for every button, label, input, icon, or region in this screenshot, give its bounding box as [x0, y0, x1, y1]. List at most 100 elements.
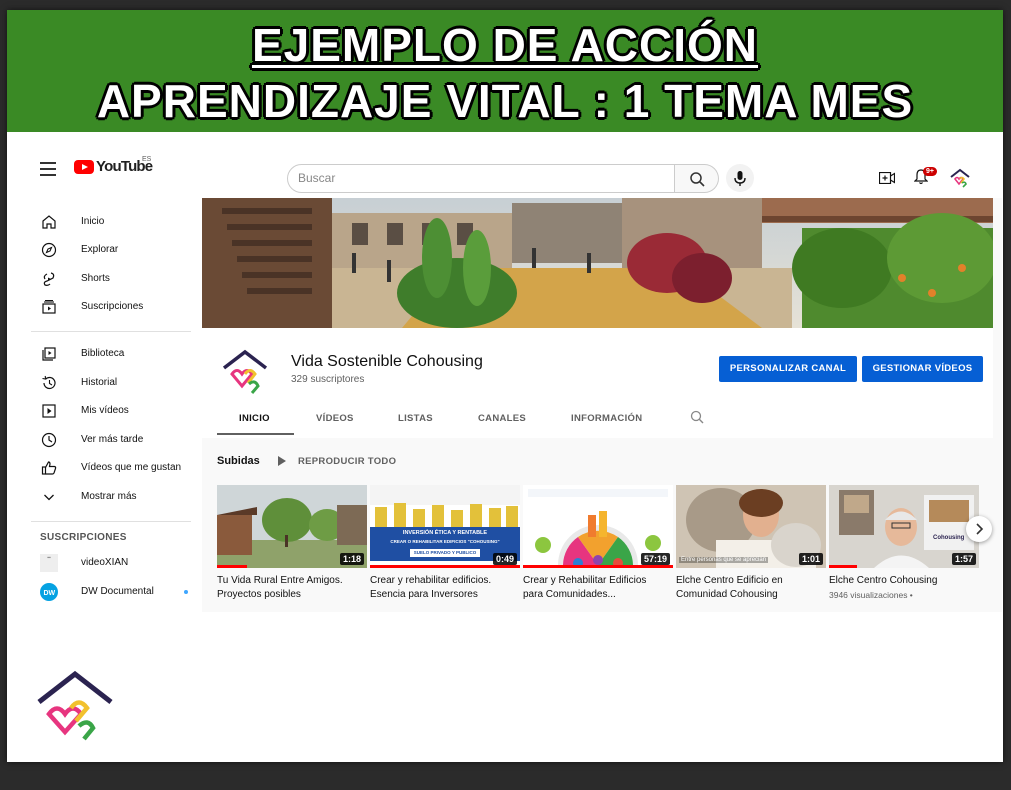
video-card[interactable]: INVERSIÓN ÉTICA Y RENTABLE CREAR O REHAB…	[370, 485, 520, 602]
sidebar-item-label: Historial	[81, 377, 118, 388]
clock-icon	[41, 432, 57, 448]
video-title[interactable]: Elche Centro Cohousing	[829, 574, 979, 588]
thumbnail-caption: Entre personas que se aprecian	[679, 557, 769, 563]
video-thumbnail[interactable]: Cohousing 1:57	[829, 485, 979, 568]
library-icon	[42, 347, 56, 361]
channel-avatar-logo[interactable]	[218, 344, 272, 398]
channel-page: Vida Sostenible Cohousing 329 suscriptor…	[202, 198, 993, 612]
video-duration: 0:49	[492, 553, 517, 565]
channel-header: Vida Sostenible Cohousing 329 suscriptor…	[202, 328, 993, 438]
active-tab-indicator	[217, 433, 294, 435]
sidebar-item-mis-videos[interactable]: Mis vídeos	[24, 397, 202, 425]
subscription-item-dw-documental[interactable]: DW DW Documental	[24, 578, 202, 606]
sidebar-item-videos-que-me-gustan[interactable]: Vídeos que me gustan	[24, 454, 202, 482]
sidebar-item-mostrar-mas[interactable]: Mostrar más	[24, 483, 202, 511]
microphone-icon	[734, 171, 746, 186]
video-thumbnail[interactable]: 1:18	[217, 485, 367, 568]
video-title[interactable]: Crear y Rehabilitar Edificios para Comun…	[523, 574, 673, 602]
video-card[interactable]: 57:19 Crear y Rehabilitar Edificios para…	[523, 485, 673, 602]
shorts-icon	[43, 272, 55, 286]
sidebar-item-label: Mis vídeos	[81, 405, 129, 416]
subscription-label: videoXIAN	[81, 557, 129, 568]
search-icon[interactable]	[690, 410, 704, 424]
sidebar-divider	[31, 331, 191, 332]
youtube-logo[interactable]: YouTube	[74, 158, 153, 175]
banner-subtitle: APRENDIZAJE VITAL : 1 TEMA MES	[96, 75, 914, 127]
search-input[interactable]: Buscar	[287, 164, 675, 193]
video-card[interactable]: 1:18 Tu Vida Rural Entre Amigos. Proyect…	[217, 485, 367, 602]
create-video-icon[interactable]	[879, 172, 895, 184]
tab-listas[interactable]: LISTAS	[398, 413, 433, 424]
video-thumbnail[interactable]: INVERSIÓN ÉTICA Y RENTABLE CREAR O REHAB…	[370, 485, 520, 568]
sidebar-item-shorts[interactable]: Shorts	[24, 265, 202, 293]
region-code: ES	[142, 156, 152, 163]
video-title-line: para Comunidades...	[523, 589, 616, 600]
subscription-label: DW Documental	[81, 586, 154, 597]
video-card[interactable]: Entre personas que se aprecian 1:01 Elch…	[676, 485, 826, 602]
slide-frame: EJEMPLO DE ACCIÓN APRENDIZAJE VITAL : 1 …	[7, 10, 1003, 762]
subscriber-count: 329 suscriptores	[291, 374, 365, 385]
video-duration: 1:57	[951, 553, 976, 565]
home-icon	[42, 215, 56, 229]
tab-informacion[interactable]: INFORMACIÓN	[571, 413, 642, 424]
sidebar-item-explorar[interactable]: Explorar	[24, 236, 202, 264]
watch-progress-bar	[523, 565, 673, 568]
my-videos-icon	[42, 404, 56, 418]
sidebar-item-suscripciones[interactable]: Suscripciones	[24, 293, 202, 321]
thumbnail-subheadline: CREAR O REHABILITAR EDIFICIOS "COHOUSING…	[390, 539, 500, 544]
watch-progress-bar	[370, 565, 520, 568]
chevron-right-icon	[976, 523, 984, 535]
customize-channel-button[interactable]: PERSONALIZAR CANAL	[719, 356, 857, 382]
sidebar-item-biblioteca[interactable]: Biblioteca	[24, 340, 202, 368]
video-title-line: Esencia para Inversores	[370, 589, 478, 600]
compass-icon	[41, 242, 57, 258]
sidebar-item-label: Suscripciones	[81, 301, 144, 312]
video-duration: 1:18	[339, 553, 364, 565]
manage-videos-button[interactable]: GESTIONAR VÍDEOS	[862, 356, 983, 382]
youtube-screenshot: YouTube ES Buscar 9+ Inicio Explorar Sho…	[24, 142, 1002, 612]
next-videos-button[interactable]	[966, 516, 992, 542]
sidebar-item-inicio[interactable]: Inicio	[24, 208, 202, 236]
tab-canales[interactable]: CANALES	[478, 413, 526, 424]
video-title-line: Comunidad Cohousing	[676, 589, 778, 600]
video-thumbnail[interactable]: 57:19	[523, 485, 673, 568]
play-all-button[interactable]: REPRODUCIR TODO	[298, 456, 396, 467]
video-card[interactable]: Cohousing 1:57 Elche Centro Cohousing 39…	[829, 485, 979, 600]
play-icon[interactable]	[278, 456, 286, 466]
channel-avatar-videoxian: ▪▪	[40, 554, 58, 572]
notification-badge: 9+	[923, 167, 937, 176]
video-title-line: Proyectos posibles	[217, 589, 301, 600]
video-title[interactable]: Crear y rehabilitar edificios. Esencia p…	[370, 574, 520, 602]
channel-banner-image	[202, 198, 993, 328]
subscription-item-videoxian[interactable]: ▪▪ videoXIAN	[24, 549, 202, 577]
sidebar-item-ver-mas-tarde[interactable]: Ver más tarde	[24, 426, 202, 454]
courtyard-scene-image	[202, 198, 993, 328]
video-title[interactable]: Tu Vida Rural Entre Amigos. Proyectos po…	[217, 574, 367, 602]
channel-name: Vida Sostenible Cohousing	[291, 353, 483, 370]
thumbs-up-icon	[41, 461, 57, 475]
hamburger-menu-icon[interactable]	[40, 162, 56, 176]
video-title-line: Elche Centro Edificio en	[676, 575, 783, 586]
tab-inicio[interactable]: INICIO	[239, 413, 270, 424]
thumbnail-tagline: SUELO PRIVADO Y PUBLICO	[413, 550, 477, 555]
video-title-line: Tu Vida Rural Entre Amigos.	[217, 575, 343, 586]
top-bar: YouTube ES Buscar 9+	[24, 142, 1002, 198]
svg-text:DW: DW	[44, 590, 56, 597]
video-title-line: Crear y Rehabilitar Edificios	[523, 575, 647, 586]
video-thumbnail[interactable]: Entre personas que se aprecian 1:01	[676, 485, 826, 568]
search-button[interactable]	[675, 164, 719, 193]
voice-search-button[interactable]	[726, 164, 754, 192]
tab-videos[interactable]: VÍDEOS	[316, 413, 354, 424]
banner-title: EJEMPLO DE ACCIÓN	[251, 19, 759, 71]
uploads-heading: Subidas	[217, 455, 260, 467]
video-title[interactable]: Elche Centro Edificio en Comunidad Cohou…	[676, 574, 826, 602]
sidebar-item-historial[interactable]: Historial	[24, 369, 202, 397]
thumbnail-sign-text: Cohousing	[933, 535, 965, 541]
video-duration: 57:19	[640, 553, 670, 565]
sidebar-divider	[31, 521, 191, 522]
sidebar-item-label: Ver más tarde	[81, 434, 144, 445]
account-avatar[interactable]	[949, 167, 971, 189]
dw-logo-icon: DW	[44, 590, 56, 597]
sidebar: Inicio Explorar Shorts Suscripciones Bib…	[24, 198, 202, 612]
cohousing-logo	[37, 670, 113, 741]
